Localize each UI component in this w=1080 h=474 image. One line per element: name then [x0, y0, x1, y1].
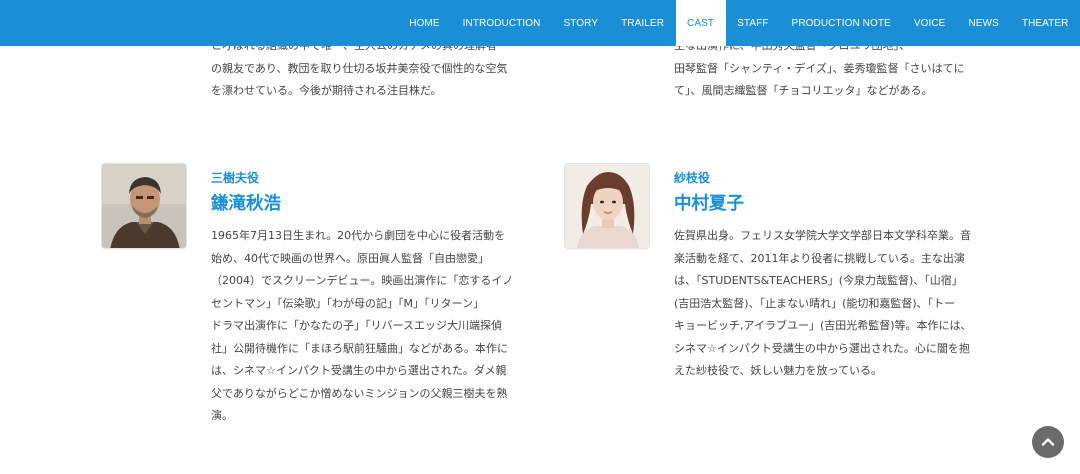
bio-line: 1965年7月13日生まれ。20代から劇団を中心に役者活動を: [211, 229, 506, 242]
bio-line: て」、風間志織監督「チョコリエッタ」などがある。: [674, 84, 933, 97]
cast-name: 鎌滝秋浩: [211, 194, 281, 214]
portrait-woman-image: [565, 164, 649, 248]
cast-photo-nakamura: [564, 163, 650, 249]
bio-line: ドラマ出演作に「かなたの子」「リバースエッジ大川端探偵: [211, 319, 502, 332]
nav-home[interactable]: HOME: [398, 0, 451, 46]
bio-line: （2004）でスクリーンデビュー。映画出演作に「恋するイノ: [211, 274, 514, 287]
cast-bio: 1965年7月13日生まれ。20代から劇団を中心に役者活動を 始め、40代で映画…: [211, 225, 513, 428]
bio-line: 演。: [211, 409, 233, 422]
nav-cast[interactable]: CAST: [675, 0, 726, 46]
bio-line: 父でありながらどこか憎めないミンジョンの父親三樹夫を熟: [211, 386, 508, 400]
cast-role: 紗枝役: [674, 171, 711, 185]
nav-news[interactable]: NEWS: [957, 0, 1010, 46]
cast-bio: 佐賀県出身。フェリス女学院大学文学部日本文学科卒業。音 楽活動を経て、2011年…: [674, 225, 972, 383]
chevron-up-icon: [1041, 438, 1055, 446]
nav-trailer[interactable]: TRAILER: [610, 0, 676, 46]
bio-line: シネマ☆インパクト受講生の中から選出された。心に闇を抱: [674, 341, 970, 355]
bio-line: キョービッチ,アイラブユー」(吉田光希監督)等。本作には、: [674, 319, 972, 332]
bio-line: は、「STUDENTS&TEACHERS」(今泉力哉監督)、「山宿」: [674, 274, 963, 287]
nav-story[interactable]: STORY: [552, 0, 610, 46]
bio-line: は、シネマ☆インパクト受講生の中から選出された。ダメ親: [211, 364, 507, 377]
portrait-man-image: [102, 164, 186, 248]
bio-line: の親友であり、教団を取り仕切る坂井美奈役で個性的な空気: [211, 61, 508, 75]
bio-line: (吉田浩太監督)、「止まない晴れ」(能切和嘉監督)、「トー: [674, 296, 956, 310]
nav-production-note[interactable]: PRODUCTION NOTE: [780, 0, 902, 46]
nav-theater[interactable]: THEATER: [1010, 0, 1080, 46]
bio-line: 社」公開待機作に「まほろ駅前狂騒曲」などがある。本作に: [211, 341, 508, 355]
bio-line: 田琴監督「シャンティ・デイズ」、姜秀瓊監督「さいはてに: [674, 61, 965, 75]
cast-role: 三樹夫役: [211, 171, 260, 185]
top-navbar: HOME INTRODUCTION STORY TRAILER CAST STA…: [0, 0, 1080, 46]
bio-line: セントマン」「伝染歌」「わが母の記」「M」「リターン」: [211, 296, 484, 310]
cast-name: 中村夏子: [674, 194, 744, 214]
bio-line: 佐賀県出身。フェリス女学院大学文学部日本文学科卒業。音: [674, 229, 971, 242]
nav-list: HOME INTRODUCTION STORY TRAILER CAST STA…: [398, 0, 1080, 46]
scroll-to-top-button[interactable]: [1032, 426, 1064, 458]
nav-introduction[interactable]: INTRODUCTION: [451, 0, 552, 46]
cast-photo-kamataki: [101, 163, 187, 249]
bio-line: を漂わせている。今後が期待される注目株だ。: [211, 84, 442, 97]
bio-line: えた紗枝役で、妖しい魅力を放っている。: [674, 364, 883, 377]
nav-voice[interactable]: VOICE: [902, 0, 957, 46]
bio-line: 始め、40代で映画の世界へ。原田眞人監督「自由戀愛」: [211, 251, 489, 265]
nav-staff[interactable]: STAFF: [726, 0, 780, 46]
bio-line: 楽活動を経て、2011年より役者に挑戦している。主な出演: [674, 251, 965, 265]
